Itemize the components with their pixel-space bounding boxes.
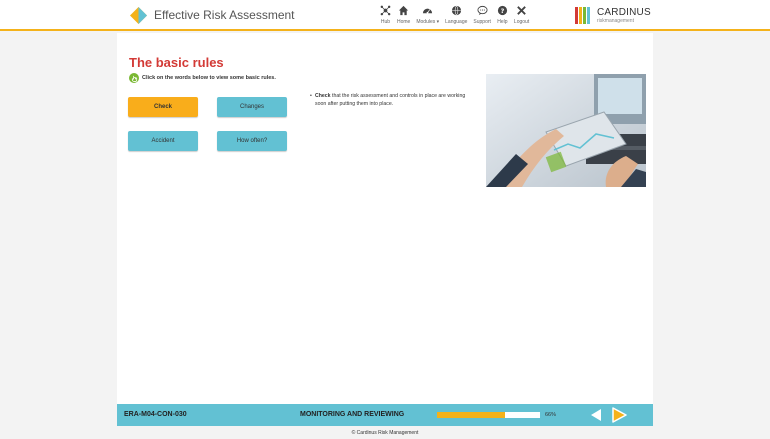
content-panel: The basic rules Click on the words below…	[117, 33, 653, 404]
nav-hub[interactable]: Hub	[380, 5, 391, 29]
copyright-text: © Cardinus Risk Management	[351, 430, 419, 436]
progress-text: 66%	[545, 412, 557, 418]
brand-subtitle: riskmanagement	[597, 18, 634, 24]
close-icon	[517, 6, 526, 15]
top-nav: Hub Home Modules ▾ Language Support ? He…	[380, 5, 535, 29]
rule-bold-word: Check	[315, 93, 331, 99]
nav-logout-label: Logout	[513, 19, 530, 25]
instruction: Click on the words below to view some ba…	[129, 73, 276, 83]
nav-home-label: Home	[397, 19, 411, 25]
nav-modules-label: Modules ▾	[416, 19, 440, 25]
nav-hub-label: Hub	[380, 19, 391, 25]
progress-bar	[437, 412, 540, 418]
top-header: Effective Risk Assessment Hub Home Modul…	[0, 0, 770, 31]
nav-modules[interactable]: Modules ▾	[416, 5, 439, 29]
brand-bars	[575, 7, 591, 24]
rule-text: that the risk assessment and controls in…	[315, 93, 466, 107]
changes-button[interactable]: Changes	[217, 97, 287, 117]
how-often-button[interactable]: How often?	[217, 131, 287, 151]
nav-help-label: Help	[497, 19, 508, 25]
hand-pointer-icon	[129, 73, 139, 83]
check-button[interactable]: Check	[128, 97, 198, 117]
home-icon	[399, 5, 409, 16]
module-code: ERA-M04-CON-030	[124, 411, 187, 418]
accident-button[interactable]: Accident	[128, 131, 198, 151]
logo-diamond-icon	[130, 7, 147, 24]
nav-support[interactable]: Support	[473, 5, 491, 29]
prev-arrow-icon[interactable]	[589, 408, 603, 422]
cardinus-logo: CARDINUS riskmanagement	[575, 7, 655, 25]
nav-language-label: Language	[445, 19, 468, 25]
page-title: The basic rules	[129, 55, 224, 70]
rule-description: • Check that the risk assessment and con…	[310, 92, 473, 108]
nav-logout[interactable]: Logout	[514, 5, 529, 29]
nav-language[interactable]: Language	[445, 5, 467, 29]
app-title: Effective Risk Assessment	[154, 8, 295, 22]
help-icon: ?	[497, 5, 508, 16]
nav-home[interactable]: Home	[397, 5, 410, 29]
instruction-text: Click on the words below to view some ba…	[142, 75, 276, 81]
nav-help[interactable]: ? Help	[497, 5, 508, 29]
footer-bar: ERA-M04-CON-030 MONITORING AND REVIEWING…	[117, 404, 653, 426]
progress-fill	[437, 412, 505, 418]
globe-icon	[451, 5, 461, 16]
nav-support-label: Support	[473, 19, 491, 25]
tablet-chart-photo	[486, 74, 646, 187]
chat-icon	[477, 5, 488, 16]
modules-icon	[423, 8, 433, 14]
svg-text:?: ?	[501, 7, 505, 15]
section-name: MONITORING AND REVIEWING	[300, 411, 405, 418]
bullet-dot: •	[310, 93, 312, 99]
brand-name: CARDINUS	[597, 7, 651, 18]
hub-icon	[380, 5, 391, 16]
next-arrow-icon[interactable]	[611, 407, 627, 423]
